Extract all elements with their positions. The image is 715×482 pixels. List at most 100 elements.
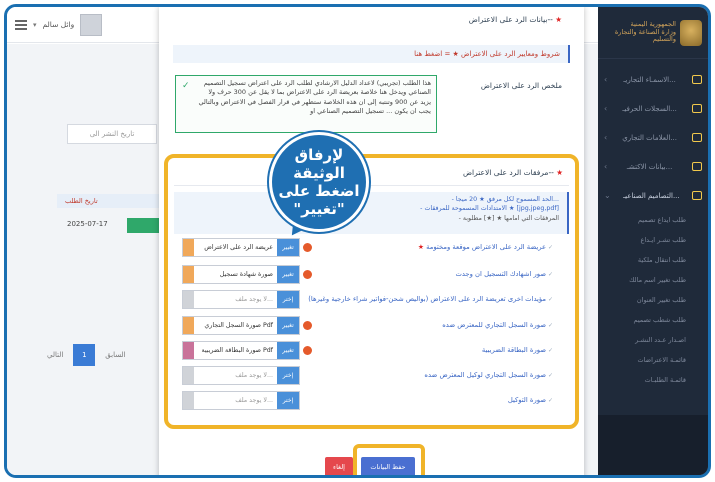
attachment-label: صورة البطاقة الضريبية (482, 346, 553, 354)
sidebar: الجمهورية اليمنية وزارة الصناعة والتجارة… (598, 7, 708, 475)
uploaded-indicator-icon (303, 321, 312, 330)
attachment-row: صورة السجل التجاري لوكيل المعترض ضده إختر… (176, 366, 567, 386)
objection-response-modal: بيانات الرد على الاعتراض-- ★ شروط ومعايي… (159, 7, 584, 475)
sub-item-issue-publication[interactable]: اصـدار عـدد النشـر (598, 330, 708, 350)
sidebar-item-trade-names[interactable]: ‹ الاسمـاء التجاريـ... (598, 65, 708, 94)
message-icon (691, 191, 702, 200)
file-input[interactable]: تغيير صورة السجل التجاري Pdf (182, 316, 300, 335)
change-file-button[interactable]: تغيير (277, 239, 299, 256)
app-window: الجمهورية اليمنية وزارة الصناعة والتجارة… (4, 4, 711, 478)
required-star-icon: ★ (417, 243, 424, 251)
sidebar-item-trademarks[interactable]: ‹ العلامات التجاري... (598, 123, 708, 152)
choose-file-button[interactable]: إختر (277, 367, 299, 384)
attachment-label-text: صور اشهادك التسجيل ان وجدت (455, 270, 547, 278)
file-type-swatch (183, 266, 194, 283)
sidebar-item-craft-records[interactable]: ‹ السجلات الحرفيـ... (598, 94, 708, 123)
attachment-row: صور اشهادك التسجيل ان وجدت تغيير صورة شهاد… (176, 265, 567, 285)
check-icon: ✓ (182, 81, 190, 91)
attachment-row: صورة التوكيل إختر لا يوجد ملف... (176, 391, 567, 411)
file-type-swatch (183, 317, 194, 334)
summary-textarea[interactable]: ✓ هذا الطلب (تجريبي) لاعداد الدليل الارش… (175, 75, 437, 133)
attachments-panel: مرفقات الرد على الاعتراض-- ★ - الحد المس… (164, 154, 579, 429)
summary-text: هذا الطلب (تجريبي) لاعداد الدليل الارشاد… (198, 79, 431, 116)
avatar[interactable] (80, 13, 103, 36)
callout-bubble: لإرفاق الوثيقة اضغط على "تغيير" (269, 132, 369, 232)
attachment-label: صورة السجل التجاري للمعترض ضده (442, 321, 553, 329)
message-icon (691, 104, 702, 113)
pager-page[interactable]: 1 (73, 344, 96, 366)
file-type-swatch (183, 367, 194, 384)
logo-line-3: والتسليم (652, 35, 676, 44)
attachment-label-text: صورة السجل التجاري لوكيل المعترض ضده (424, 371, 547, 379)
change-file-button[interactable]: تغيير (277, 317, 299, 334)
callout-line-1: لإرفاق الوثيقة (293, 146, 345, 182)
attachments-info: - الحد المسموح لكل مرفق ★ 20 ميجا... - ا… (174, 192, 569, 234)
logo-area: الجمهورية اليمنية وزارة الصناعة والتجارة… (598, 7, 708, 59)
sidebar-footer (598, 415, 708, 475)
choose-file-button[interactable]: إختر (277, 392, 299, 409)
chevron-left-icon: ‹ (604, 104, 608, 113)
file-input[interactable]: إختر لا يوجد ملف... (182, 391, 300, 410)
pager-prev[interactable]: السابق (105, 351, 125, 359)
file-input[interactable]: تغيير صورة شهادة تسجيل (182, 265, 300, 284)
uploaded-indicator-icon (303, 270, 312, 279)
terms-link-bar[interactable]: شروط ومعايير الرد على الاعتراض ★ = اضغط … (173, 45, 570, 63)
file-name: لا يوجد ملف... (235, 372, 273, 379)
choose-file-button[interactable]: إختر (277, 291, 299, 308)
pager-next[interactable]: التالي (47, 351, 63, 359)
file-input[interactable]: تغيير صورة البطاقة الضريبية Pdf (182, 341, 300, 360)
chevron-left-icon: ‹ (604, 133, 608, 142)
sub-item-ownership-transfer[interactable]: طلب انتقال ملكية (598, 250, 708, 270)
chevron-left-icon: ‹ (604, 162, 608, 171)
sub-item-address-change[interactable]: طلب تغيير العنوان (598, 290, 708, 310)
file-name: صورة شهادة تسجيل (219, 271, 273, 278)
change-file-button[interactable]: تغيير (277, 266, 299, 283)
attachment-row: ★ عريضة الرد على الاعتراض موقعة ومختومة ت… (176, 238, 567, 258)
attachment-row: صورة البطاقة الضريبية تغيير صورة البطاقة ا… (176, 341, 567, 361)
attachments-title: مرفقات الرد على الاعتراض-- ★ (463, 168, 563, 177)
sidebar-item-patents[interactable]: ‹ بيانات الاكتشـ... (598, 152, 708, 181)
status-badge (127, 218, 162, 233)
attachment-label-text: عريضة الرد على الاعتراض موقعة ومختومة (426, 243, 547, 251)
attachment-label-text: مؤيدات اخرى تعريضة الرد على الاعتراض (بو… (308, 295, 547, 303)
file-input[interactable]: إختر لا يوجد ملف... (182, 366, 300, 385)
modal-title-text: بيانات الرد على الاعتراض-- (468, 15, 553, 24)
sub-item-design-delete[interactable]: طلب شطب تصميم (598, 310, 708, 330)
sub-item-objections-list[interactable]: قائمـة الاعتراضات (598, 350, 708, 370)
sub-item-owner-name-change[interactable]: طلب تغيير اسم مالك (598, 270, 708, 290)
change-file-button[interactable]: تغيير (277, 342, 299, 359)
attachment-label: صور اشهادك التسجيل ان وجدت (455, 270, 553, 278)
sidebar-item-label: السجلات الحرفيـ... (622, 104, 677, 113)
file-type-swatch (183, 392, 194, 409)
file-input[interactable]: تغيير عريضة الرد على الاعتراض (182, 238, 300, 257)
sidebar-item-label: التصاميم الصناعيـ... (623, 191, 680, 200)
user-name[interactable]: وائل سالم (43, 20, 75, 29)
sub-item-publish-deposit[interactable]: طلب تشـر ايـداع (598, 230, 708, 250)
pagination: التالي 1 السابق (47, 344, 126, 366)
emblem-icon (680, 19, 702, 46)
file-input[interactable]: إختر لا يوجد ملف... (182, 290, 300, 309)
modal-title: بيانات الرد على الاعتراض-- ★ (469, 15, 562, 24)
sub-item-design-deposit[interactable]: طلب ايداع تصميم (598, 210, 708, 230)
publish-date-to-field[interactable]: تاريخ النشر الى (67, 124, 157, 144)
sub-item-requests-list[interactable]: قائمـة الطلبـات (598, 370, 708, 390)
chevron-down-icon: ⌄ (604, 191, 611, 200)
file-type-swatch (183, 291, 194, 308)
callout-line-2: اضغط على (278, 182, 360, 200)
cancel-button[interactable]: إلغاء (325, 457, 353, 475)
sidebar-item-industrial-designs[interactable]: ⌄ التصاميم الصناعيـ... (598, 181, 708, 210)
callout-line-3: "تغيير" (293, 200, 345, 218)
attachment-label: مؤيدات اخرى تعريضة الرد على الاعتراض (بو… (308, 295, 553, 303)
attachment-label-text: صورة السجل التجاري للمعترض ضده (442, 321, 547, 329)
info-extensions: - الامتدادات المسموحة للمرفقات ★ [jpg,jp… (420, 205, 559, 213)
user-menu-caret[interactable]: ▾ (33, 21, 37, 29)
file-name: لا يوجد ملف... (235, 397, 273, 404)
menu-icon[interactable] (15, 19, 27, 30)
column-request-date: تاريخ الطلب (65, 197, 98, 205)
summary-label: ملخص الرد على الاعتراض (480, 81, 562, 90)
required-star-icon: ★ (556, 168, 563, 177)
attachment-label: ★ عريضة الرد على الاعتراض موقعة ومختومة (418, 243, 553, 251)
message-icon (691, 75, 702, 84)
save-button[interactable]: حفظ البيانات (361, 457, 415, 475)
table-cell-date: 2025-07-17 (67, 220, 108, 228)
